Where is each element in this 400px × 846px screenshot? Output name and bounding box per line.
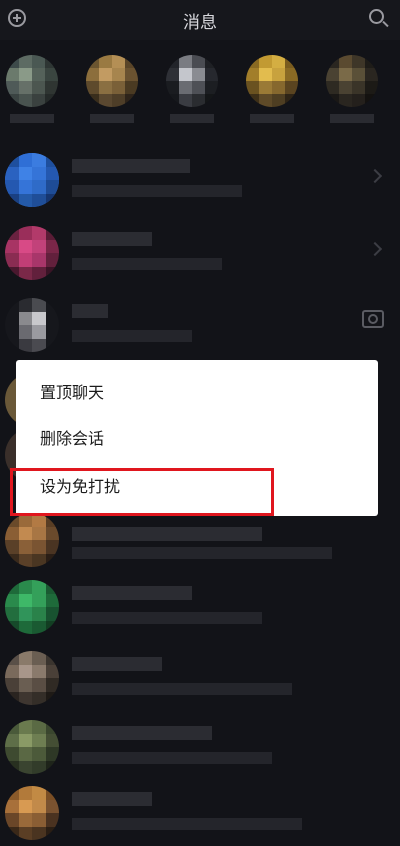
menu-item-pin-chat[interactable]: 置顶聊天	[40, 381, 104, 405]
list-item[interactable]	[0, 572, 400, 640]
avatar	[5, 580, 59, 634]
list-item[interactable]	[0, 712, 400, 780]
story-item[interactable]	[86, 55, 138, 125]
list-item[interactable]	[0, 778, 400, 846]
avatar	[5, 153, 59, 207]
story-item[interactable]	[326, 55, 378, 125]
avatar	[166, 55, 218, 107]
story-strip	[0, 40, 400, 145]
page-title: 消息	[183, 13, 217, 33]
story-item[interactable]	[6, 55, 58, 125]
list-item[interactable]	[0, 145, 400, 213]
chevron-right-icon	[367, 168, 383, 184]
avatar	[5, 720, 59, 774]
avatar	[5, 298, 59, 352]
avatar	[326, 55, 378, 107]
avatar	[5, 513, 59, 567]
search-icon[interactable]	[369, 9, 384, 24]
story-item[interactable]	[246, 55, 298, 125]
avatar	[5, 786, 59, 840]
list-item[interactable]	[0, 290, 400, 358]
avatar	[246, 55, 298, 107]
chevron-right-icon	[367, 241, 383, 257]
avatar	[6, 55, 58, 107]
avatar	[5, 226, 59, 280]
avatar	[86, 55, 138, 107]
list-item[interactable]	[0, 218, 400, 286]
highlight-annotation	[10, 468, 274, 516]
story-item[interactable]	[166, 55, 218, 125]
camera-icon[interactable]	[362, 310, 384, 328]
top-bar: 消息	[0, 0, 400, 40]
menu-item-delete-chat[interactable]: 删除会话	[40, 427, 104, 451]
list-item[interactable]	[0, 643, 400, 711]
avatar	[5, 651, 59, 705]
